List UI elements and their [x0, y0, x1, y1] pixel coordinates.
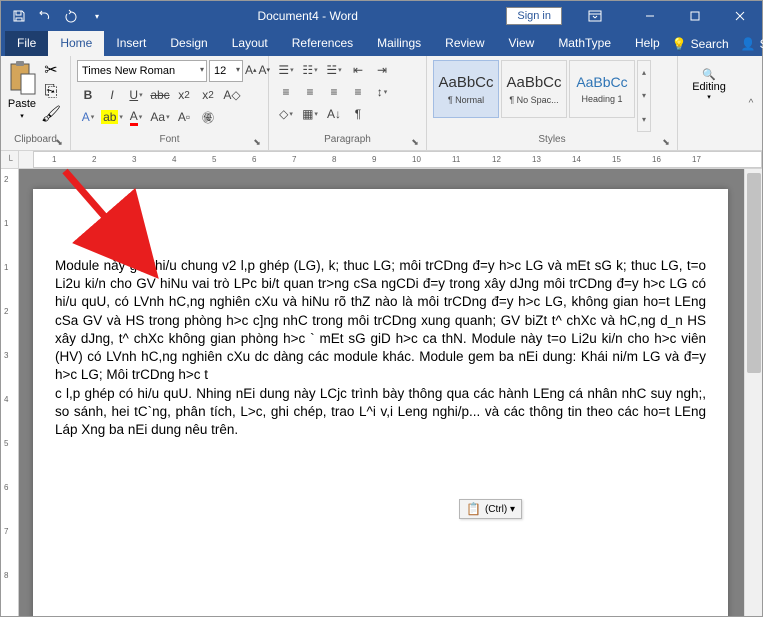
collapse-ribbon-button[interactable]: ^ [740, 56, 762, 150]
tab-file[interactable]: File [5, 31, 48, 56]
strikethrough-button[interactable]: abc [149, 85, 171, 105]
tab-references[interactable]: References [280, 31, 365, 56]
bullets-button[interactable]: ☰▾ [275, 60, 297, 80]
search-icon: 💡 [672, 37, 687, 51]
tab-layout[interactable]: Layout [220, 31, 280, 56]
styles-label: Styles [538, 134, 565, 145]
font-color-button[interactable]: A▾ [125, 107, 147, 127]
vertical-ruler[interactable]: 2112345678 [1, 169, 19, 616]
numbering-button[interactable]: ☷▾ [299, 60, 321, 80]
vertical-scrollbar[interactable] [744, 169, 762, 616]
grow-font-button[interactable]: A▴ [245, 60, 257, 80]
style-no-spacing[interactable]: AaBbCc ¶ No Spac... [501, 60, 567, 118]
redo-button[interactable] [59, 4, 83, 28]
share-icon: 👤 [741, 37, 756, 51]
maximize-button[interactable] [672, 1, 717, 31]
clipboard-launcher[interactable]: ⬊ [52, 134, 66, 148]
align-left-button[interactable]: ≡ [275, 82, 297, 102]
tab-home[interactable]: Home [48, 31, 104, 56]
paragraph-label: Paragraph [324, 134, 371, 145]
font-name-select[interactable] [77, 60, 207, 82]
window-title: Document4 - Word [109, 9, 506, 23]
document-body[interactable]: Module này gi,i thi/u chung v2 l,p ghép … [55, 257, 706, 439]
undo-button[interactable] [33, 4, 57, 28]
style-heading1[interactable]: AaBbCc Heading 1 [569, 60, 635, 118]
paste-button[interactable]: Paste ▾ [7, 60, 37, 132]
styles-expand[interactable]: ▾ [638, 108, 650, 131]
styles-scroll-up[interactable]: ▴ [638, 61, 650, 84]
highlight-button[interactable]: ab▾ [101, 107, 123, 127]
line-spacing-button[interactable]: ↕▾ [371, 82, 393, 102]
document-page[interactable]: Module này gi,i thi/u chung v2 l,p ghép … [33, 189, 728, 616]
italic-button[interactable]: I [101, 85, 123, 105]
scroll-thumb[interactable] [747, 173, 761, 373]
signin-button[interactable]: Sign in [506, 7, 562, 25]
tab-selector[interactable]: └ [1, 151, 19, 169]
clipboard-icon [7, 60, 37, 96]
search-button[interactable]: 💡 Search [672, 37, 729, 51]
tab-view[interactable]: View [497, 31, 547, 56]
horizontal-ruler[interactable]: 1234567891011121314151617 [33, 151, 762, 168]
format-painter-button[interactable]: 🖌 [41, 104, 61, 124]
subscript-button[interactable]: x2 [173, 85, 195, 105]
ribbon-display-options[interactable] [572, 1, 617, 31]
change-case-button[interactable]: Aa▾ [149, 107, 171, 127]
tab-mathtype[interactable]: MathType [546, 31, 623, 56]
share-button[interactable]: 👤 Share [741, 37, 763, 51]
decrease-indent-button[interactable]: ⇤ [347, 60, 369, 80]
style-normal[interactable]: AaBbCc ¶ Normal [433, 60, 499, 118]
show-marks-button[interactable]: ¶ [347, 104, 369, 124]
find-icon: 🔍 [702, 68, 716, 81]
multilevel-button[interactable]: ☱▾ [323, 60, 345, 80]
qat-customize[interactable]: ▾ [85, 4, 109, 28]
superscript-button[interactable]: x2 [197, 85, 219, 105]
save-button[interactable] [7, 4, 31, 28]
increase-indent-button[interactable]: ⇥ [371, 60, 393, 80]
underline-button[interactable]: U▾ [125, 85, 147, 105]
borders-button[interactable]: ▦▾ [299, 104, 321, 124]
tab-design[interactable]: Design [158, 31, 219, 56]
font-launcher[interactable]: ⬊ [250, 134, 264, 148]
align-center-button[interactable]: ≡ [299, 82, 321, 102]
copy-button[interactable]: ⎘ [41, 82, 61, 102]
editing-menu[interactable]: 🔍 Editing ▾ [684, 60, 734, 101]
tab-review[interactable]: Review [433, 31, 496, 56]
bold-button[interactable]: B [77, 85, 99, 105]
clipboard-label: Clipboard [14, 134, 57, 145]
minimize-button[interactable] [627, 1, 672, 31]
styles-scroll-down[interactable]: ▾ [638, 84, 650, 107]
shading-button[interactable]: ◇▾ [275, 104, 297, 124]
sort-button[interactable]: A↓ [323, 104, 345, 124]
tab-mailings[interactable]: Mailings [365, 31, 433, 56]
cut-button[interactable]: ✂ [41, 60, 61, 80]
tab-insert[interactable]: Insert [104, 31, 158, 56]
enclose-chars-button[interactable]: ㊝ [197, 107, 219, 127]
paragraph-launcher[interactable]: ⬊ [408, 134, 422, 148]
align-right-button[interactable]: ≡ [323, 82, 345, 102]
justify-button[interactable]: ≡ [347, 82, 369, 102]
styles-launcher[interactable]: ⬊ [659, 134, 673, 148]
clear-format-button[interactable]: A◇ [221, 85, 243, 105]
tab-help[interactable]: Help [623, 31, 672, 56]
paste-options-button[interactable]: 📋 (Ctrl) ▾ [459, 499, 522, 519]
clipboard-icon: 📋 [466, 502, 481, 516]
font-group-label: Font [159, 134, 179, 145]
text-effects-button[interactable]: A▾ [77, 107, 99, 127]
char-shading-button[interactable]: A▫ [173, 107, 195, 127]
close-button[interactable] [717, 1, 762, 31]
font-size-select[interactable] [209, 60, 243, 82]
